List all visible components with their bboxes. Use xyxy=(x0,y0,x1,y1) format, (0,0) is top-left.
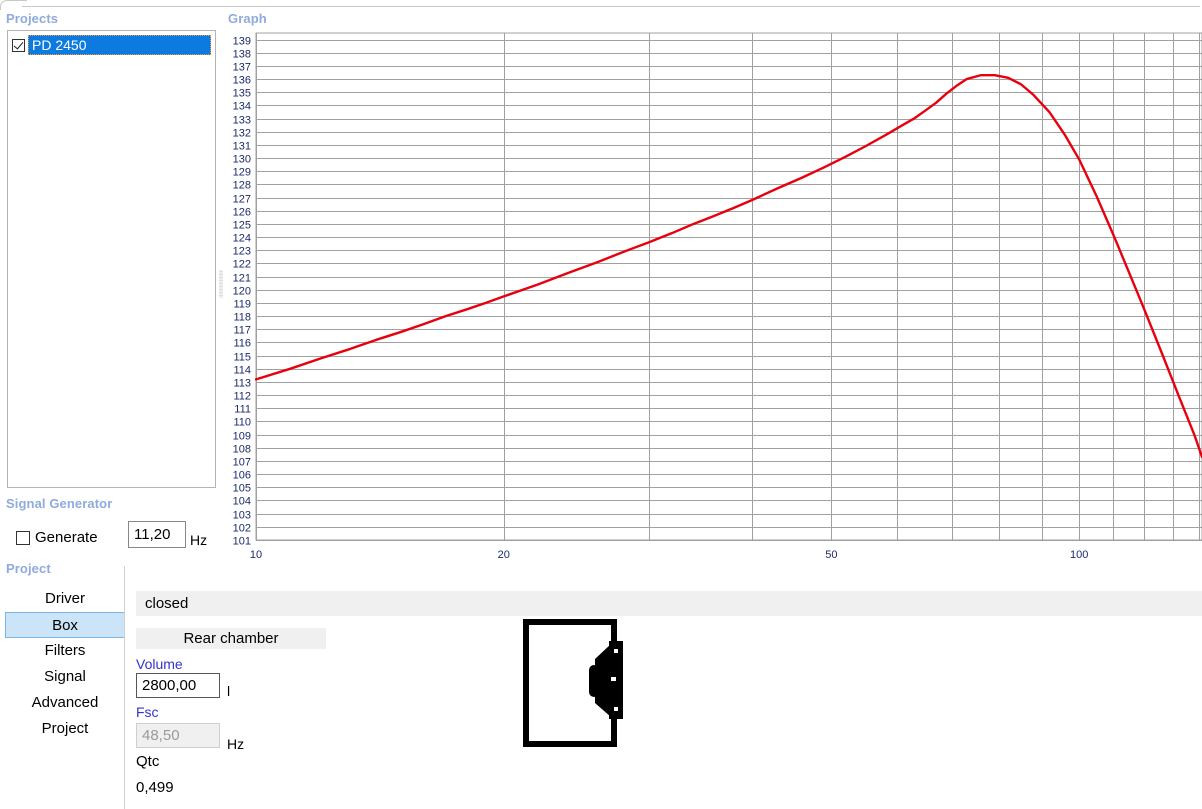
enclosure-diagram xyxy=(523,619,623,747)
window-top-edge xyxy=(22,6,1200,7)
nav-item-project[interactable]: Project xyxy=(5,716,125,742)
svg-text:130: 130 xyxy=(233,154,251,166)
svg-text:109: 109 xyxy=(233,431,251,443)
projects-group-caption: Projects xyxy=(6,11,59,26)
svg-text:125: 125 xyxy=(233,220,251,232)
rear-chamber-header: Rear chamber xyxy=(136,628,326,649)
svg-text:106: 106 xyxy=(233,470,251,482)
svg-text:137: 137 xyxy=(233,62,251,74)
nav-item-box[interactable]: Box xyxy=(5,612,125,638)
check-icon xyxy=(13,38,24,50)
fsc-unit-label: Hz xyxy=(227,736,245,752)
svg-text:120: 120 xyxy=(233,286,251,298)
generate-checkbox[interactable] xyxy=(16,530,30,545)
window-chrome xyxy=(0,0,1202,10)
svg-text:101: 101 xyxy=(233,536,251,548)
project-group-caption: Project xyxy=(6,561,51,576)
svg-text:138: 138 xyxy=(233,49,251,61)
list-item[interactable]: PD 2450 xyxy=(10,34,213,56)
chart-grid xyxy=(255,32,1202,541)
spl-chart: 1391381371361351341331321311301291281271… xyxy=(233,32,1202,561)
nav-item-signal[interactable]: Signal xyxy=(5,664,125,690)
nav-item-driver[interactable]: Driver xyxy=(5,586,125,612)
box-settings-pane: closed Rear chamber Volume l Fsc Hz Qtc … xyxy=(125,566,1202,809)
svg-text:107: 107 xyxy=(233,457,251,469)
svg-text:20: 20 xyxy=(498,549,510,561)
svg-text:139: 139 xyxy=(233,36,251,48)
svg-text:132: 132 xyxy=(233,128,251,140)
frequency-unit-label: Hz xyxy=(190,532,208,548)
svg-text:133: 133 xyxy=(233,115,251,127)
svg-text:103: 103 xyxy=(233,510,251,522)
volume-input[interactable] xyxy=(136,673,220,698)
generate-label: Generate xyxy=(35,529,98,546)
signal-generator-caption: Signal Generator xyxy=(6,496,113,511)
svg-text:124: 124 xyxy=(233,233,251,245)
svg-text:110: 110 xyxy=(233,417,251,429)
svg-text:10: 10 xyxy=(250,549,262,561)
svg-text:119: 119 xyxy=(233,299,251,311)
svg-text:128: 128 xyxy=(233,180,251,192)
svg-text:116: 116 xyxy=(233,338,251,350)
graph-group-caption: Graph xyxy=(228,11,267,26)
svg-text:135: 135 xyxy=(233,88,251,100)
generate-row: Generate xyxy=(16,529,98,546)
svg-text:104: 104 xyxy=(233,496,251,508)
svg-text:131: 131 xyxy=(233,141,251,153)
project-nav: Driver Box Filters Signal Advanced Proje… xyxy=(5,586,125,742)
svg-text:102: 102 xyxy=(233,523,251,535)
fsc-input xyxy=(136,723,220,748)
enclosure-type-display[interactable]: closed xyxy=(136,591,1202,616)
volume-label: Volume xyxy=(136,656,183,672)
qtc-value: 0,499 xyxy=(136,779,174,796)
svg-text:108: 108 xyxy=(233,444,251,456)
svg-text:129: 129 xyxy=(233,167,251,179)
projects-list[interactable]: PD 2450 xyxy=(7,30,216,488)
project-name-label[interactable]: PD 2450 xyxy=(28,35,211,55)
svg-text:111: 111 xyxy=(234,404,251,416)
svg-text:117: 117 xyxy=(233,325,251,337)
splitter-grip-icon xyxy=(219,270,223,298)
svg-text:121: 121 xyxy=(233,273,251,285)
project-checkbox[interactable] xyxy=(12,38,25,52)
svg-text:115: 115 xyxy=(233,352,251,364)
svg-text:122: 122 xyxy=(233,259,251,271)
nav-item-filters[interactable]: Filters xyxy=(5,638,125,664)
svg-text:134: 134 xyxy=(233,101,251,113)
fsc-label: Fsc xyxy=(136,704,159,720)
svg-text:136: 136 xyxy=(233,75,251,87)
svg-text:50: 50 xyxy=(825,549,837,561)
svg-text:114: 114 xyxy=(233,365,251,377)
svg-text:105: 105 xyxy=(233,483,251,495)
window-left-edge xyxy=(0,6,1,9)
graph-panel[interactable]: 139 138 137 136 135 134 133 132 131 130 129 128 127 1… xyxy=(224,28,1202,563)
volume-unit-label: l xyxy=(227,683,231,699)
frequency-input[interactable] xyxy=(128,521,186,548)
svg-text:118: 118 xyxy=(233,312,251,324)
svg-text:100: 100 xyxy=(1070,549,1088,561)
svg-text:127: 127 xyxy=(233,194,251,206)
svg-text:126: 126 xyxy=(233,207,251,219)
nav-item-advanced[interactable]: Advanced xyxy=(5,690,125,716)
qtc-label: Qtc xyxy=(136,753,160,770)
svg-text:112: 112 xyxy=(233,391,251,403)
window-corner xyxy=(0,0,27,10)
svg-text:113: 113 xyxy=(233,378,251,390)
svg-text:123: 123 xyxy=(233,246,251,258)
